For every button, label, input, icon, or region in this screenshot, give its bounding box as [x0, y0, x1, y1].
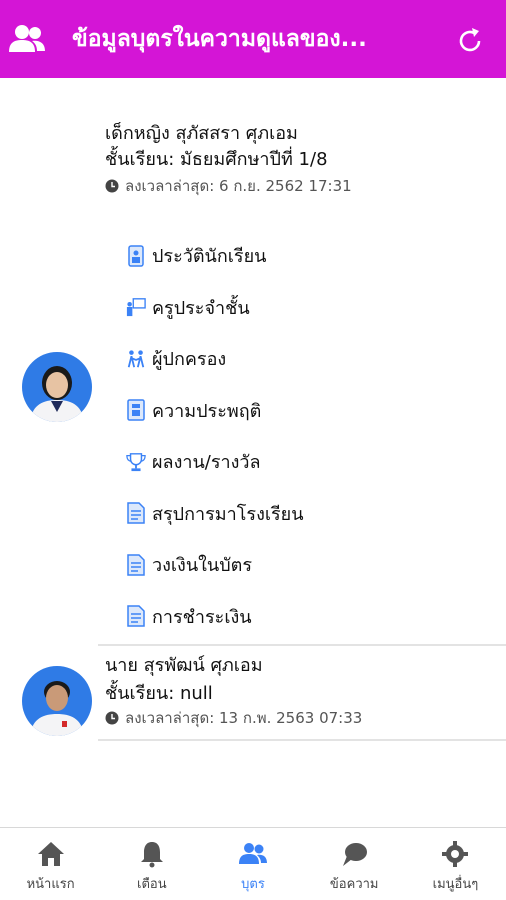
trophy-icon [126, 451, 146, 473]
home-icon [37, 842, 64, 866]
menu-item-payment[interactable]: การชำระเงิน [126, 591, 456, 643]
last-update: ลงเวลาล่าสุด: 13 ก.พ. 2563 07:33 [105, 708, 362, 728]
menu-item-label: ความประพฤติ [152, 400, 262, 422]
page-title: ข้อมูลบุตรในความดูแลของ... [72, 26, 367, 52]
chat-icon [343, 843, 368, 866]
child-grade: ชั้นเรียน: มัธยมศึกษาปีที่ 1/8 [105, 149, 328, 170]
menu-item-attendance[interactable]: สรุปการมาโรงเรียน [126, 488, 456, 540]
clock-icon [105, 179, 119, 193]
menu-item-student-record[interactable]: ประวัตินักเรียน [126, 230, 456, 282]
divider [98, 739, 506, 741]
app-bar: ข้อมูลบุตรในความดูแลของ... [0, 0, 506, 78]
tab-more[interactable]: เมนูอื่นๆ [405, 828, 506, 900]
tab-home[interactable]: หน้าแรก [0, 828, 101, 900]
teacher-icon [126, 296, 146, 318]
bell-icon [140, 842, 163, 868]
tab-children[interactable]: บุตร [202, 828, 303, 900]
guardian-icon [126, 348, 146, 370]
child-grade: ชั้นเรียน: null [105, 683, 213, 704]
clock-icon [105, 711, 119, 725]
refresh-icon[interactable] [455, 26, 485, 56]
menu-item-awards[interactable]: ผลงาน/รางวัล [126, 436, 456, 488]
child-menu: ประวัตินักเรียน ครูประจำชั้น ผู้ปกครอง ค… [126, 230, 456, 642]
users-icon [9, 25, 45, 52]
tab-alerts[interactable]: เตือน [101, 828, 202, 900]
bottom-nav: หน้าแรก เตือน บุตร ข้อความ เมนูอื่นๆ [0, 827, 506, 900]
menu-item-teacher[interactable]: ครูประจำชั้น [126, 282, 456, 334]
child-card[interactable]: นาย สุรพัฒน์ ศุภเอม ชั้นเรียน: null ลงเว… [0, 646, 506, 740]
menu-item-label: ครูประจำชั้น [152, 297, 250, 319]
tab-label: เตือน [137, 877, 167, 892]
menu-item-label: วงเงินในบัตร [152, 555, 253, 577]
menu-item-card-balance[interactable]: วงเงินในบัตร [126, 539, 456, 591]
avatar [22, 666, 92, 736]
menu-item-label: ผู้ปกครอง [152, 349, 227, 371]
tab-label: หน้าแรก [26, 877, 75, 892]
gear-icon [442, 841, 469, 867]
tab-messages[interactable]: ข้อความ [304, 828, 405, 900]
last-update-text: ลงเวลาล่าสุด: 6 ก.ย. 2562 17:31 [125, 177, 352, 195]
tab-label: บุตร [241, 877, 265, 892]
behavior-icon [126, 399, 146, 421]
menu-item-label: ผลงาน/รางวัล [152, 452, 261, 474]
last-update: ลงเวลาล่าสุด: 6 ก.ย. 2562 17:31 [105, 176, 352, 196]
menu-item-guardian[interactable]: ผู้ปกครอง [126, 333, 456, 385]
last-update-text: ลงเวลาล่าสุด: 13 ก.พ. 2563 07:33 [125, 709, 363, 727]
card-balance-doc-icon [126, 554, 146, 576]
child-name: นาย สุรพัฒน์ ศุภเอม [105, 655, 263, 676]
avatar [22, 352, 92, 422]
menu-item-label: ประวัตินักเรียน [152, 246, 267, 268]
menu-item-behavior[interactable]: ความประพฤติ [126, 385, 456, 437]
attendance-doc-icon [126, 502, 146, 524]
tab-label: เมนูอื่นๆ [432, 877, 479, 892]
student-record-icon [126, 245, 146, 267]
children-icon [239, 843, 267, 864]
tab-label: ข้อความ [329, 877, 379, 892]
child-card[interactable]: เด็กหญิง สุภัสสรา ศุภเอม ชั้นเรียน: มัธย… [0, 110, 506, 645]
menu-item-label: การชำระเงิน [152, 606, 252, 628]
menu-item-label: สรุปการมาโรงเรียน [152, 503, 304, 525]
child-name: เด็กหญิง สุภัสสรา ศุภเอม [105, 123, 298, 144]
payment-doc-icon [126, 605, 146, 627]
